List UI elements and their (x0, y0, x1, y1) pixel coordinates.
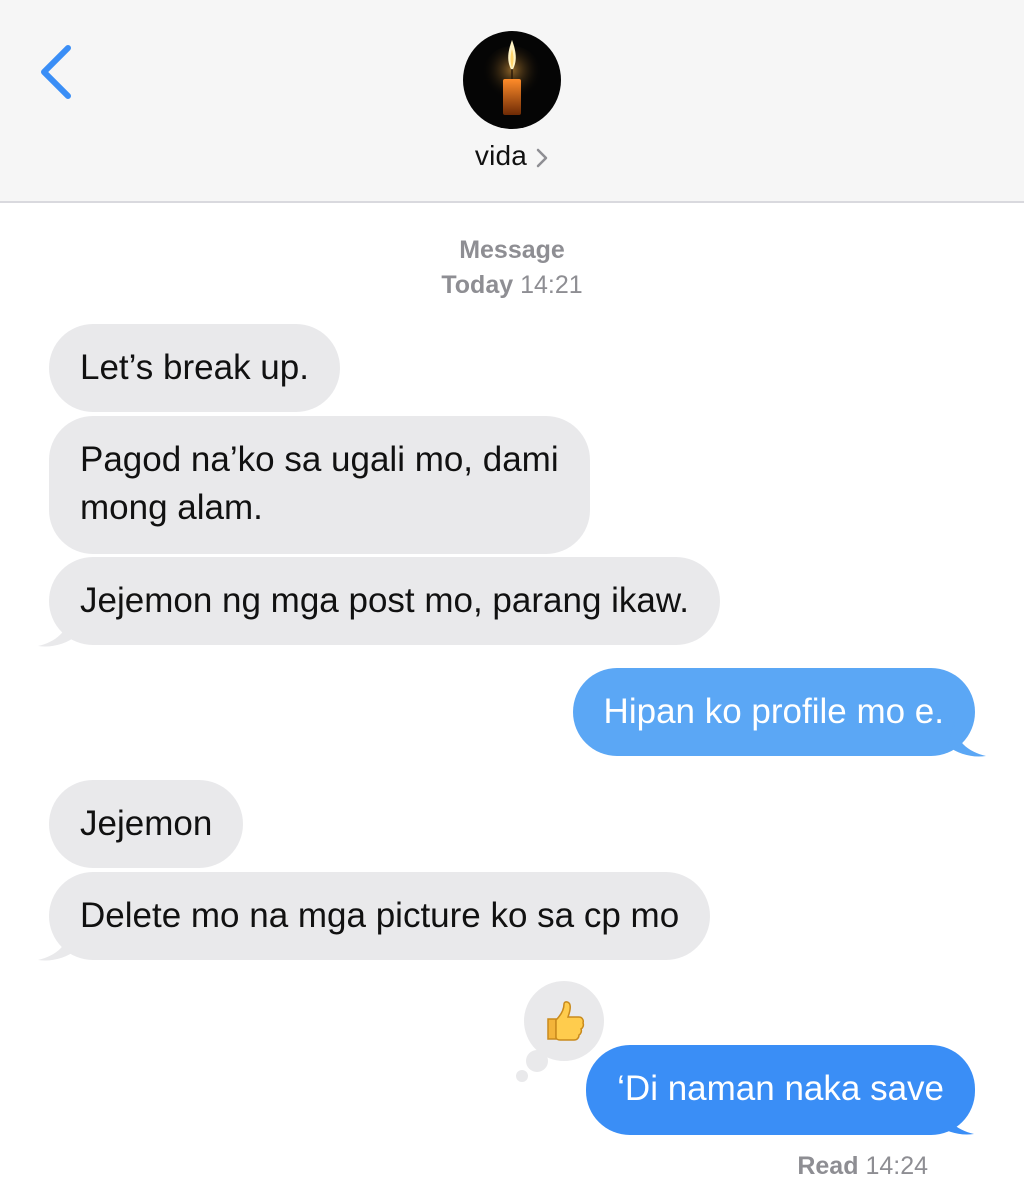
bubble-tail (38, 612, 76, 647)
tapback-reaction[interactable] (524, 981, 604, 1061)
message-bubble-received[interactable]: Delete mo na mga picture ko sa cp mo (49, 872, 711, 960)
chevron-left-icon (41, 45, 71, 99)
message-text: Delete mo na mga picture ko sa cp mo (80, 896, 680, 935)
bubble-tail (948, 722, 986, 757)
message-bubble-received[interactable]: Jejemon (49, 780, 244, 868)
message-bubble-sent[interactable]: ‘Di naman naka save (586, 1045, 975, 1135)
contact-avatar[interactable] (463, 31, 561, 129)
thumbs-up-icon (547, 1001, 585, 1041)
message-bubble-sent[interactable]: Hipan ko profile mo e. (572, 668, 975, 756)
chevron-right-icon (536, 148, 548, 168)
message-text: ‘Di naman naka save (617, 1069, 944, 1108)
tapback-dot (516, 1070, 528, 1082)
message-text: Jejemon ng mga post mo, parang ikaw. (80, 581, 689, 620)
back-button[interactable] (34, 40, 84, 104)
message-bubble-received[interactable]: Jejemon ng mga post mo, parang ikaw. (49, 557, 720, 645)
contact-name: vida (474, 140, 528, 171)
message-text: Jejemon (80, 804, 213, 843)
candle-icon (482, 40, 542, 115)
message-bubble-received[interactable]: Pagod na’ko sa ugali mo, dami mong alam. (49, 416, 590, 554)
message-text-line: mong alam. (80, 488, 263, 527)
service-label: Message (459, 236, 565, 264)
contact-name-button[interactable]: vida (0, 140, 1024, 172)
read-status: Read (797, 1152, 859, 1180)
message-text-line: Pagod na’ko sa ugali mo, dami (80, 440, 559, 479)
message-bubble-received[interactable]: Let’s break up. (49, 324, 340, 412)
conversation-header: vida (0, 0, 1024, 203)
read-receipt: Read 14:24 (797, 1152, 928, 1181)
message-text: Let’s break up. (80, 348, 309, 387)
read-time: 14:24 (865, 1152, 928, 1180)
thread-timestamp: Message Today 14:21 (0, 233, 1024, 303)
message-text: Hipan ko profile mo e. (603, 692, 944, 731)
bubble-tail (936, 1100, 974, 1135)
time-label: 14:21 (520, 271, 583, 299)
bubble-tail (38, 926, 76, 961)
day-label: Today (441, 271, 514, 299)
